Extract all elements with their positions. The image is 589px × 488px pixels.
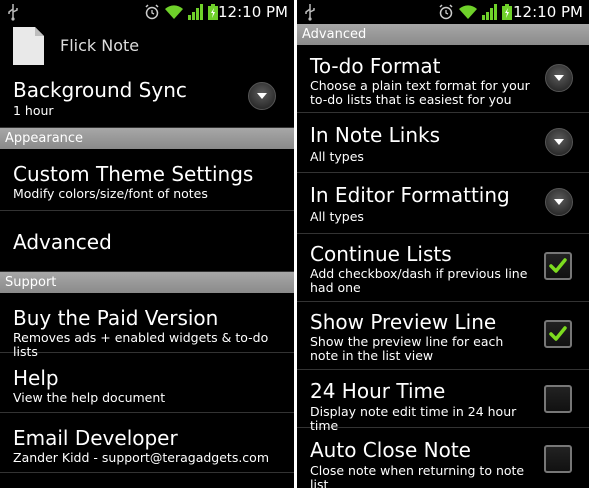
pref-title: In Editor Formatting <box>310 183 510 207</box>
pref-title: Buy the Paid Version <box>13 306 219 330</box>
document-icon <box>13 27 44 65</box>
pref-title: 24 Hour Time <box>310 379 446 403</box>
advanced-settings-screen: 12:10 PM Advanced To-do Format Choose a … <box>297 0 589 488</box>
dropdown-arrow-icon <box>554 139 564 145</box>
pref-buy-paid-version[interactable]: Buy the Paid Version Removes ads + enabl… <box>0 293 294 359</box>
pref-title: To-do Format <box>310 54 441 78</box>
app-header: Flick Note <box>0 24 294 70</box>
status-time: 12:10 PM <box>218 3 288 21</box>
usb-icon <box>8 4 18 21</box>
section-header-advanced: Advanced <box>297 24 589 45</box>
status-time: 12:10 PM <box>513 3 583 21</box>
pref-in-editor-formatting[interactable]: In Editor Formatting All types <box>297 173 589 234</box>
pref-title: Custom Theme Settings <box>13 162 254 186</box>
dropdown-button[interactable] <box>545 188 573 216</box>
pref-summary: Modify colors/size/font of notes <box>13 186 208 201</box>
status-bar: 12:10 PM <box>297 0 589 24</box>
pref-advanced[interactable]: Advanced <box>0 211 294 272</box>
usb-icon <box>305 4 315 21</box>
wifi-icon <box>459 5 477 19</box>
dropdown-button[interactable] <box>545 128 573 156</box>
alarm-icon <box>145 4 159 20</box>
checkmark-icon <box>549 258 567 273</box>
pref-show-preview-line[interactable]: Show Preview Line Show the preview line … <box>297 302 589 370</box>
signal-icon <box>482 4 497 20</box>
signal-icon <box>188 4 203 20</box>
alarm-icon <box>439 4 453 20</box>
dropdown-arrow-icon <box>554 199 564 205</box>
dropdown-button[interactable] <box>545 64 573 92</box>
pref-title: Show Preview Line <box>310 310 497 334</box>
pref-title: In Note Links <box>310 123 441 147</box>
section-header-appearance: Appearance <box>0 128 294 149</box>
pref-summary: All types <box>310 209 364 224</box>
checkbox[interactable] <box>544 252 572 280</box>
status-bar: 12:10 PM <box>0 0 294 24</box>
dropdown-button[interactable] <box>248 82 276 110</box>
pref-background-sync[interactable]: Background Sync 1 hour <box>0 70 294 128</box>
pref-continue-lists[interactable]: Continue Lists Add checkbox/dash if prev… <box>297 234 589 302</box>
pref-title: Advanced <box>13 230 112 254</box>
pref-summary: All types <box>310 149 364 164</box>
pref-summary: Show the preview line for each note in t… <box>310 334 504 363</box>
pref-in-note-links[interactable]: In Note Links All types <box>297 113 589 173</box>
app-title: Flick Note <box>60 36 140 55</box>
checkmark-icon <box>549 326 567 341</box>
dropdown-arrow-icon <box>554 75 564 81</box>
checkbox[interactable] <box>544 445 572 473</box>
section-header-support: Support <box>0 272 294 293</box>
pref-auto-close-note[interactable]: Auto Close Note Close note when returnin… <box>297 428 589 488</box>
pref-summary: Choose a plain text format for your to-d… <box>310 78 530 107</box>
pref-help[interactable]: Help View the help document <box>0 353 294 413</box>
pref-email-developer[interactable]: Email Developer Zander Kidd - support@te… <box>0 413 294 473</box>
pref-title: Auto Close Note <box>310 438 471 462</box>
pref-custom-theme-settings[interactable]: Custom Theme Settings Modify colors/size… <box>0 149 294 211</box>
wifi-icon <box>165 5 183 19</box>
pref-24-hour-time[interactable]: 24 Hour Time Display note edit time in 2… <box>297 370 589 433</box>
checkbox[interactable] <box>544 385 572 413</box>
pref-summary: View the help document <box>13 390 166 405</box>
battery-icon <box>208 4 218 20</box>
battery-icon <box>502 4 512 20</box>
pref-title: Help <box>13 366 59 390</box>
pref-summary: Zander Kidd - support@teragadgets.com <box>13 450 269 465</box>
pref-title: Background Sync <box>13 78 187 102</box>
pref-todo-format[interactable]: To-do Format Choose a plain text format … <box>297 45 589 113</box>
dropdown-arrow-icon <box>257 93 267 99</box>
pref-summary: Add checkbox/dash if previous line had o… <box>310 266 528 295</box>
settings-screen: 12:10 PM Flick Note Background Sync 1 ho… <box>0 0 294 488</box>
pref-title: Continue Lists <box>310 242 452 266</box>
checkbox[interactable] <box>544 320 572 348</box>
pref-summary: Close note when returning to note list <box>310 463 525 488</box>
pref-summary: 1 hour <box>13 103 54 118</box>
pref-title: Email Developer <box>13 426 178 450</box>
